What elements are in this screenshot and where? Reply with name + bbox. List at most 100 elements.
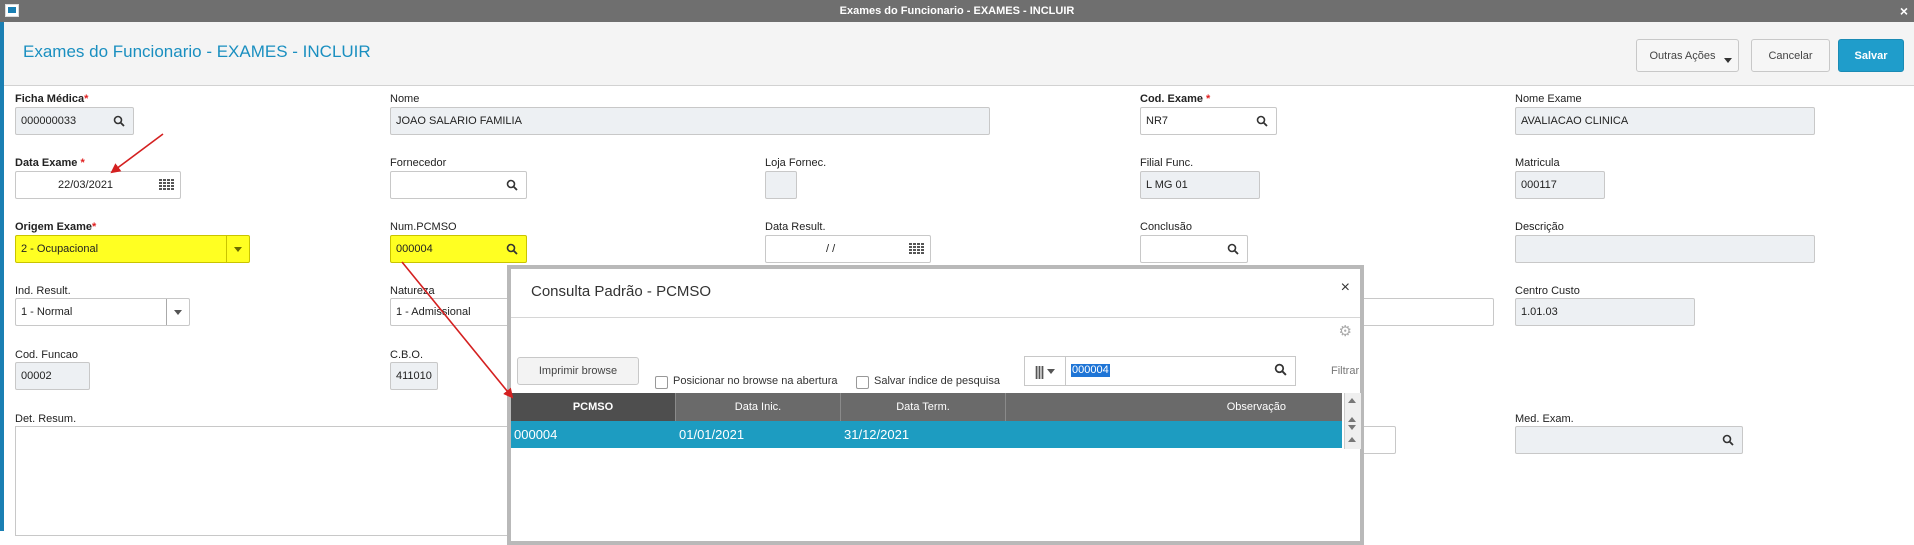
nome-label: Nome	[390, 93, 420, 105]
ind-result-value: 1 - Normal	[21, 306, 73, 318]
nome-exame-value: AVALIACAO CLINICA	[1521, 115, 1629, 127]
cancel-label: Cancelar	[1768, 49, 1813, 62]
column-header-pcmso[interactable]: PCMSO	[511, 393, 676, 421]
save-label: Salvar	[1854, 49, 1888, 62]
natureza-value: 1 - Admissional	[396, 306, 471, 318]
scroll-top-icon[interactable]	[1348, 398, 1356, 403]
matricula-value: 000117	[1521, 179, 1557, 191]
matricula-field: 000117	[1515, 171, 1605, 199]
nome-exame-label: Nome Exame	[1515, 93, 1582, 105]
cod-exame-value: NR7	[1146, 115, 1169, 127]
ficha-medica-label: Ficha Médica*	[15, 93, 89, 105]
filial-func-label: Filial Func.	[1140, 157, 1194, 169]
det-resum-textarea[interactable]	[15, 426, 515, 536]
search-icon[interactable]	[1274, 363, 1287, 379]
centro-custo-field: 1.01.03	[1515, 298, 1695, 326]
ficha-medica-value: 000000033	[21, 115, 77, 127]
filter-link[interactable]: Filtrar	[1331, 365, 1359, 377]
descricao-label: Descrição	[1515, 221, 1564, 233]
data-result-label: Data Result.	[765, 221, 826, 233]
search-box[interactable]: ||| 000004	[1024, 356, 1296, 386]
gear-icon[interactable]: ⚙	[1339, 322, 1352, 340]
cod-funcao-value: 00002	[21, 370, 52, 382]
chevron-down-icon[interactable]	[166, 299, 189, 325]
dialog-title: Consulta Padrão - PCMSO	[531, 283, 712, 300]
chevron-down-icon[interactable]	[226, 236, 249, 262]
position-checkbox[interactable]	[655, 376, 668, 389]
scroll-up-icon[interactable]	[1348, 417, 1356, 422]
app-icon	[5, 4, 19, 17]
search-icon[interactable]	[1219, 236, 1247, 262]
column-header-data-inic[interactable]: Data Inic.	[676, 393, 841, 421]
search-icon[interactable]	[1248, 108, 1276, 134]
calendar-icon[interactable]	[152, 172, 180, 198]
origem-exame-select[interactable]: 2 - Ocupacional	[15, 235, 250, 263]
med-exam-field[interactable]	[1515, 426, 1743, 454]
conclusao-label: Conclusão	[1140, 221, 1192, 233]
filial-func-value: L MG 01	[1146, 179, 1188, 191]
nome-value: JOAO SALARIO FAMILIA	[396, 115, 522, 127]
column-header-data-term[interactable]: Data Term.	[841, 393, 1006, 421]
loja-fornec-field	[765, 171, 797, 199]
cancel-button[interactable]: Cancelar	[1751, 39, 1830, 72]
fornecedor-field[interactable]	[390, 171, 527, 199]
window-titlebar: Exames do Funcionario - EXAMES - INCLUIR…	[0, 0, 1914, 22]
cod-exame-field[interactable]: NR7	[1140, 107, 1277, 135]
matricula-label: Matricula	[1515, 157, 1560, 169]
table-row[interactable]: 000004 01/01/2021 31/12/2021	[511, 421, 1342, 448]
close-icon[interactable]: ×	[1341, 279, 1350, 297]
column-header-observacao[interactable]: Observação	[1006, 393, 1342, 421]
window-close-icon[interactable]: ×	[1900, 0, 1908, 22]
grid-scrollbar[interactable]	[1344, 393, 1361, 449]
ind-result-select[interactable]: 1 - Normal	[15, 298, 190, 326]
cell-pcmso: 000004	[514, 427, 558, 442]
data-exame-field[interactable]: 22/03/2021	[15, 171, 181, 199]
natureza-select[interactable]: 1 - Admissional	[390, 298, 515, 326]
search-icon[interactable]	[498, 172, 526, 198]
scroll-bottom-icon[interactable]	[1348, 437, 1356, 442]
loja-fornec-label: Loja Fornec.	[765, 157, 827, 169]
med-exam-label: Med. Exam.	[1515, 413, 1574, 425]
chevron-down-icon	[1047, 368, 1056, 374]
fornecedor-label: Fornecedor	[390, 157, 447, 169]
grid-header: PCMSO Data Inic. Data Term. Observação	[511, 393, 1342, 421]
annotation-arrow	[110, 133, 164, 174]
cell-data-term: 31/12/2021	[844, 427, 910, 442]
calendar-icon[interactable]	[902, 236, 930, 262]
search-icon[interactable]	[105, 108, 133, 134]
natureza-label: Natureza	[390, 285, 435, 297]
scroll-down-icon[interactable]	[1348, 425, 1356, 430]
cbo-field: 411010	[390, 362, 438, 390]
origem-exame-value: 2 - Ocupacional	[21, 243, 99, 255]
cbo-value: 411010	[396, 370, 432, 382]
print-browse-button[interactable]: Imprimir browse	[517, 357, 639, 385]
cod-funcao-label: Cod. Funcao	[15, 349, 78, 361]
dialog-divider	[511, 317, 1360, 318]
num-pcmso-value: 000004	[396, 243, 433, 255]
column-selector[interactable]: |||	[1025, 357, 1066, 385]
cbo-label: C.B.O.	[390, 349, 424, 361]
save-index-checkbox[interactable]	[856, 376, 869, 389]
print-browse-label: Imprimir browse	[538, 365, 618, 377]
page-header: Exames do Funcionario - EXAMES - INCLUIR…	[4, 22, 1914, 86]
data-exame-value: 22/03/2021	[58, 179, 114, 191]
left-accent-strip	[0, 22, 4, 531]
search-icon[interactable]	[498, 236, 526, 262]
data-result-field[interactable]: / /	[765, 235, 931, 263]
nome-field: JOAO SALARIO FAMILIA	[390, 107, 990, 135]
save-button[interactable]: Salvar	[1838, 39, 1904, 72]
page-title: Exames do Funcionario - EXAMES - INCLUIR	[23, 42, 371, 61]
num-pcmso-field[interactable]: 000004	[390, 235, 527, 263]
ficha-medica-field[interactable]: 000000033	[15, 107, 134, 135]
conclusao-field[interactable]	[1140, 235, 1248, 263]
search-icon[interactable]	[1714, 427, 1742, 453]
lookup-dialog: Consulta Padrão - PCMSO × ⚙ Imprimir bro…	[507, 265, 1364, 545]
cod-exame-label: Cod. Exame *	[1140, 93, 1211, 105]
nome-exame-field: AVALIACAO CLINICA	[1515, 107, 1815, 135]
chevron-down-icon	[1724, 58, 1732, 63]
num-pcmso-label: Num.PCMSO	[390, 221, 457, 233]
other-actions-button[interactable]: Outras Ações	[1636, 39, 1739, 72]
data-exame-label: Data Exame *	[15, 157, 85, 169]
window-title: Exames do Funcionario - EXAMES - INCLUIR	[839, 5, 1075, 17]
search-input[interactable]: 000004	[1071, 364, 1110, 377]
